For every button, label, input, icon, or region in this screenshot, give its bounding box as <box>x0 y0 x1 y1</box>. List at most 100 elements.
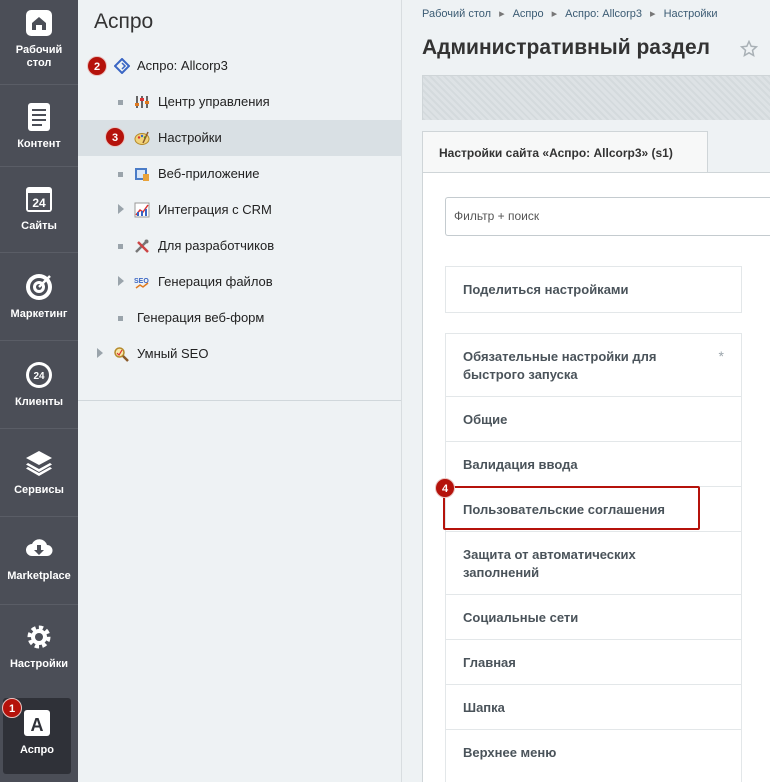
layers-icon <box>26 451 52 476</box>
web-app-icon <box>135 168 149 181</box>
rail-item-services[interactable]: Сервисы <box>0 448 78 497</box>
tab-label: Настройки сайта «Аспро: Allcorp3» (s1) <box>439 146 673 160</box>
rail-item-settings[interactable]: Настройки <box>0 622 78 671</box>
share-settings-label: Поделиться настройками <box>463 282 629 297</box>
menu-item-control-center[interactable]: Центр управления <box>78 84 401 120</box>
star-icon[interactable] <box>740 40 758 58</box>
menu-item-settings[interactable]: Настройки <box>78 120 401 156</box>
breadcrumb: Рабочий стол ▸ Аспро ▸ Аспро: Allcorp3 ▸ Настр… <box>422 8 718 20</box>
breadcrumb-link[interactable]: Аспро: Allcorp3 <box>565 8 642 20</box>
palette-icon <box>134 131 150 145</box>
step-badge: 2 <box>87 56 107 76</box>
list-item[interactable]: Обязательные настройки для быстрого запу… <box>446 334 741 397</box>
target-icon <box>26 274 52 300</box>
rail-label: Рабочий стол <box>15 44 63 69</box>
section-label: Защита от автоматических заполнений <box>463 547 636 580</box>
list-item[interactable]: Валидация ввода <box>446 442 741 487</box>
menu-title: Аспро <box>94 10 154 33</box>
rail-item-clients[interactable]: 24 Клиенты <box>0 360 78 409</box>
rail-item-marketplace[interactable]: Marketplace <box>0 534 78 583</box>
menu-item-label: Аспро: Allcorp3 <box>137 58 228 73</box>
menu-item-smart-seo[interactable]: Умный SEO <box>78 336 401 372</box>
toolbar <box>422 75 770 120</box>
section-label: Валидация ввода <box>463 457 578 472</box>
gear-icon <box>27 625 51 649</box>
aspro-diamond-icon <box>114 58 130 74</box>
section-label: Общие <box>463 412 508 427</box>
chart-icon <box>134 202 150 218</box>
rail-label: Marketplace <box>7 570 71 582</box>
section-label: Главная <box>463 655 516 670</box>
svg-text:24: 24 <box>32 196 46 210</box>
menu-item-file-generation[interactable]: SEO Генерация файлов <box>78 264 401 300</box>
svg-text:A: A <box>31 715 44 735</box>
rail-label: Аспро <box>20 744 54 756</box>
aspro-menu-panel: Аспро Аспро: Allcorp3 Центр управления Н… <box>78 0 402 782</box>
svg-text:24: 24 <box>33 371 45 382</box>
list-item[interactable]: Общие <box>446 397 741 442</box>
settings-sections-list: Обязательные настройки для быстрого запу… <box>445 333 742 782</box>
list-item[interactable]: Главная <box>446 640 741 685</box>
menu-item-label: Настройки <box>158 130 222 145</box>
filter-search-input[interactable] <box>454 209 754 223</box>
list-item[interactable]: Верхнее меню <box>446 730 741 775</box>
breadcrumb-link[interactable]: Рабочий стол <box>422 8 491 20</box>
section-label: Верхнее меню <box>463 745 557 760</box>
calendar-24-icon: 24 <box>26 187 52 212</box>
highlight-box <box>443 486 700 530</box>
menu-item-web-app[interactable]: Веб-приложение <box>78 156 401 192</box>
rail-label: Контент <box>17 138 61 150</box>
menu-item-developers[interactable]: Для разработчиков <box>78 228 401 264</box>
list-item[interactable]: Шапка <box>446 685 741 730</box>
menu-item-label: Генерация файлов <box>158 274 273 289</box>
rail-label: Сайты <box>21 220 57 232</box>
seo-icon: SEO <box>134 278 149 289</box>
sliders-icon <box>135 96 149 108</box>
section-label: Шапка <box>463 700 505 715</box>
step-badge: 1 <box>2 698 22 718</box>
share-settings-link[interactable]: Поделиться настройками <box>446 267 741 312</box>
rail-item-desktop[interactable]: Рабочий стол <box>0 8 78 70</box>
expand-arrow-icon[interactable] <box>118 276 124 286</box>
expand-arrow-icon[interactable] <box>97 348 103 358</box>
menu-item-label: Генерация веб-форм <box>137 310 265 325</box>
menu-item-label: Умный SEO <box>137 346 209 361</box>
rail-label: Настройки <box>9 658 69 670</box>
tools-icon <box>135 239 149 253</box>
required-mark: * <box>718 348 724 364</box>
section-label: Социальные сети <box>463 610 579 625</box>
menu-item-label: Для разработчиков <box>158 238 275 253</box>
menu-item-aspro-allcorp3[interactable]: Аспро: Allcorp3 <box>78 48 401 84</box>
menu-item-label: Интеграция с CRM <box>158 202 272 217</box>
breadcrumb-link[interactable]: Аспро <box>513 8 544 20</box>
clients-24-icon: 24 <box>26 362 52 388</box>
breadcrumb-link[interactable]: Настройки <box>664 8 718 20</box>
rail-item-content[interactable]: Контент <box>0 102 78 151</box>
menu-item-crm[interactable]: Интеграция с CRM <box>78 192 401 228</box>
list-item[interactable]: Социальные сети <box>446 595 741 640</box>
rail-item-sites[interactable]: 24 Сайты <box>0 184 78 233</box>
filter-search-input-wrap <box>445 197 770 236</box>
share-settings-box: Поделиться настройками <box>445 266 742 313</box>
step-badge: 4 <box>435 478 455 498</box>
magnifier-icon <box>114 347 129 362</box>
main-content: Рабочий стол ▸ Аспро ▸ Аспро: Allcorp3 ▸ Настр… <box>402 0 770 782</box>
cloud-download-icon <box>26 539 53 556</box>
rail-label: Маркетинг <box>10 308 68 320</box>
rail-item-marketing[interactable]: Маркетинг <box>0 272 78 321</box>
menu-item-label: Центр управления <box>158 94 270 109</box>
menu-item-label: Веб-приложение <box>158 166 260 181</box>
page-title: Административный раздел <box>422 36 711 59</box>
expand-arrow-icon[interactable] <box>118 204 124 214</box>
menu-item-webform-generation[interactable]: Генерация веб-форм <box>78 300 401 336</box>
list-item[interactable]: Защита от автоматических заполнений <box>446 532 741 595</box>
document-icon <box>28 103 50 131</box>
tab-site-settings[interactable]: Настройки сайта «Аспро: Allcorp3» (s1) <box>422 131 708 173</box>
aspro-a-icon: A <box>24 710 50 736</box>
rail-label: Клиенты <box>14 396 63 408</box>
settings-panel: Поделиться настройками Обязательные наст… <box>422 172 770 782</box>
menu-divider <box>78 400 401 401</box>
home-icon <box>26 10 52 36</box>
rail-label: Сервисы <box>14 484 64 496</box>
left-rail: Рабочий стол Контент 24 Сайты Маркетинг … <box>0 0 78 782</box>
